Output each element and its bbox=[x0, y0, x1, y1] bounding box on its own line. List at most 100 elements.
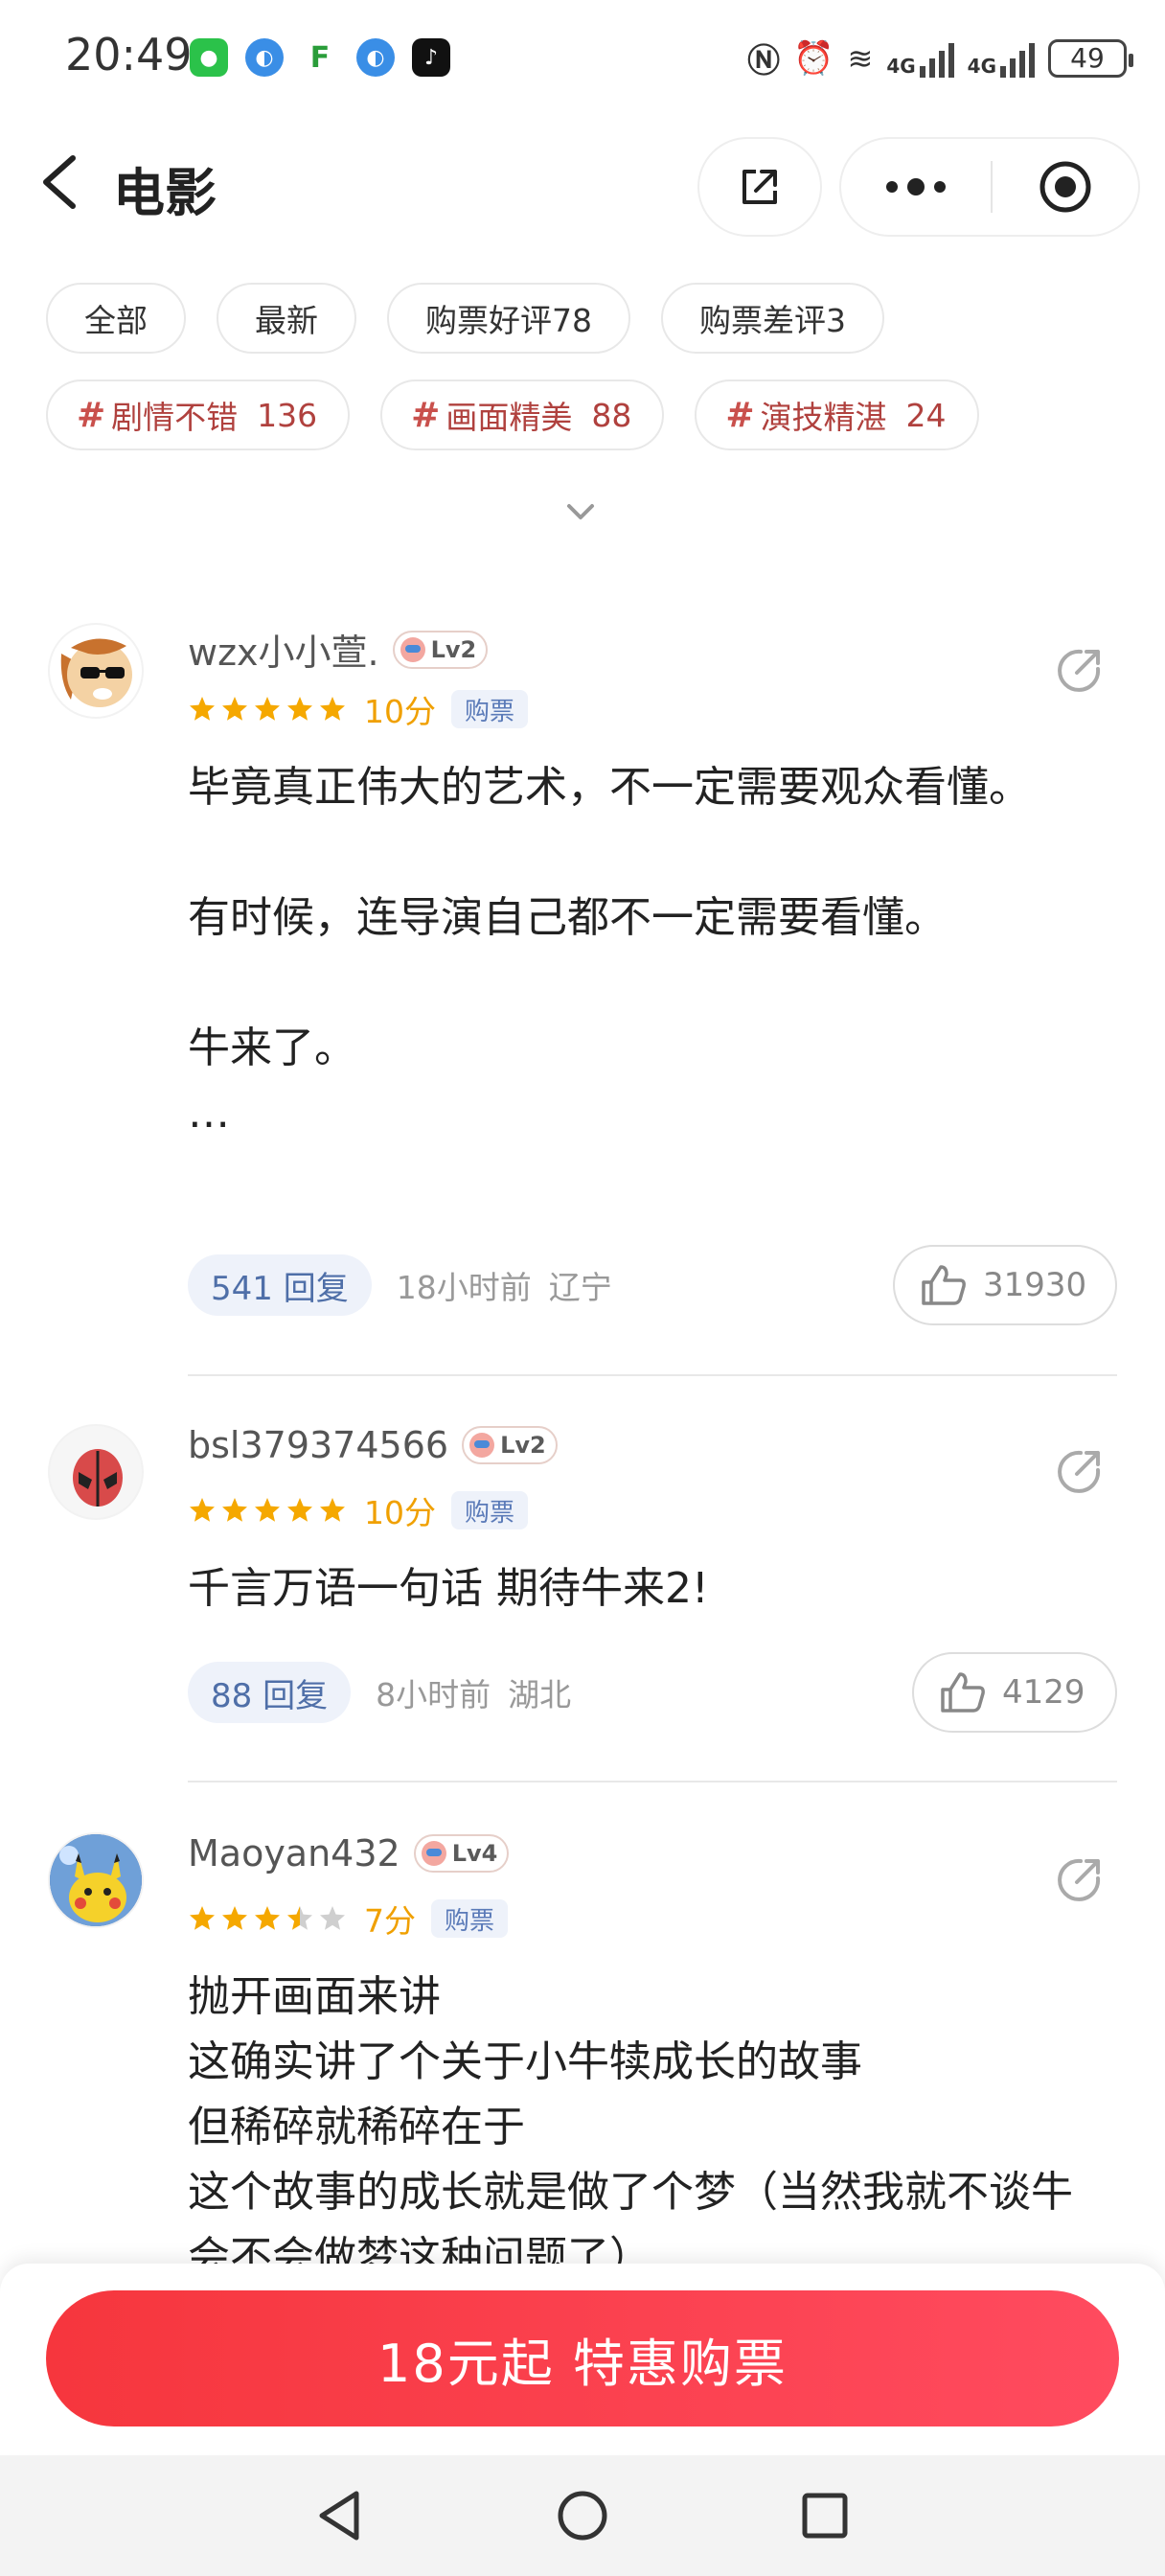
share-icon[interactable] bbox=[1056, 1447, 1104, 1495]
browser-icon-2: ◐ bbox=[356, 38, 395, 77]
divider bbox=[188, 1781, 1117, 1782]
rating-line: 10分 购票 bbox=[188, 686, 529, 732]
avatar-dog-image bbox=[60, 638, 132, 707]
more-dots-icon bbox=[886, 178, 946, 196]
star-icon bbox=[287, 1498, 312, 1522]
thumbs-up-icon bbox=[941, 1672, 985, 1713]
hashtag-icon: # bbox=[411, 395, 441, 435]
nfc-icon: Ⓝ bbox=[747, 42, 781, 80]
meta-line: 541 回复 18小时前 辽宁 bbox=[188, 1254, 612, 1316]
star-icon bbox=[287, 1906, 312, 1930]
comment-location: 辽宁 bbox=[548, 1269, 612, 1306]
star-rating bbox=[188, 1904, 347, 1933]
tag-chip-acting[interactable]: # 演技精湛 24 bbox=[695, 380, 979, 450]
avatar[interactable] bbox=[48, 1832, 144, 1928]
like-count: 31930 bbox=[983, 1266, 1087, 1304]
tag-chip-visuals[interactable]: # 画面精美 88 bbox=[380, 380, 665, 450]
score: 10分 bbox=[364, 693, 436, 730]
star-icon bbox=[320, 1906, 345, 1930]
hashtag-icon: # bbox=[77, 395, 106, 435]
tag-count: 136 bbox=[257, 396, 318, 434]
tag-count: 24 bbox=[905, 396, 947, 434]
rating-line: 7分 购票 bbox=[188, 1896, 509, 1942]
back-arrow-icon[interactable] bbox=[34, 150, 92, 214]
tiktok-icon: ♪ bbox=[412, 38, 450, 77]
buy-ticket-button[interactable]: 18元起 特惠购票 bbox=[46, 2290, 1119, 2426]
alarm-icon: ⏰ bbox=[793, 38, 834, 78]
level-badge: Lv2 bbox=[392, 630, 489, 669]
status-time: 20:49 bbox=[65, 29, 193, 80]
user-line: wzx小小萱. Lv2 bbox=[188, 623, 489, 676]
star-icon bbox=[287, 697, 312, 721]
avatar-pikachu-image bbox=[50, 1834, 142, 1926]
tag-label: 画面精美 bbox=[445, 399, 573, 436]
share-button[interactable] bbox=[697, 137, 822, 237]
comment-location: 湖北 bbox=[508, 1676, 572, 1714]
like-count: 4129 bbox=[1002, 1673, 1085, 1712]
mini-program-capsule bbox=[839, 137, 1140, 237]
purchased-badge: 购票 bbox=[431, 1899, 509, 1938]
purchased-badge: 购票 bbox=[451, 1491, 529, 1530]
filter-latest[interactable]: 最新 bbox=[217, 283, 356, 354]
nav-home-icon[interactable] bbox=[551, 2484, 614, 2547]
comment-content[interactable]: 千言万语一句话 期待牛来2! bbox=[188, 1556, 1079, 1622]
wifi-icon: ≋ bbox=[847, 39, 874, 77]
reply-count-button[interactable]: 541 回复 bbox=[188, 1254, 372, 1316]
notification-icons: ● ◐ F ◐ ♪ bbox=[190, 38, 450, 77]
nav-recents-icon[interactable] bbox=[793, 2484, 857, 2547]
like-button[interactable]: 4129 bbox=[912, 1652, 1117, 1733]
filter-all[interactable]: 全部 bbox=[46, 283, 186, 354]
score: 7分 bbox=[364, 1902, 416, 1940]
share-icon[interactable] bbox=[1056, 646, 1104, 694]
star-rating bbox=[188, 695, 347, 724]
avatar-mask-image bbox=[73, 1449, 123, 1506]
star-icon bbox=[222, 697, 247, 721]
chevron-down-icon[interactable] bbox=[563, 500, 598, 523]
star-icon bbox=[255, 697, 280, 721]
system-nav-bar bbox=[0, 2455, 1165, 2576]
status-bar: 20:49 ● ◐ F ◐ ♪ Ⓝ ⏰ ≋ 4G 4G 49 bbox=[0, 0, 1165, 115]
username[interactable]: wzx小小萱. bbox=[188, 623, 379, 676]
header: 电影 bbox=[0, 129, 1165, 237]
filter-positive[interactable]: 购票好评78 bbox=[387, 283, 630, 354]
thumbs-up-icon bbox=[922, 1265, 966, 1305]
purchased-badge: 购票 bbox=[451, 690, 529, 728]
username[interactable]: bsl379374566 bbox=[188, 1424, 448, 1466]
star-icon bbox=[190, 1498, 215, 1522]
level-face-icon bbox=[400, 636, 425, 662]
filter-negative[interactable]: 购票差评3 bbox=[661, 283, 884, 354]
level-face-icon bbox=[469, 1433, 495, 1458]
reply-count-button[interactable]: 88 回复 bbox=[188, 1662, 352, 1723]
tag-chip-plot[interactable]: # 剧情不错 136 bbox=[46, 380, 351, 450]
star-rating bbox=[188, 1496, 347, 1525]
comment-time: 18小时前 bbox=[396, 1269, 532, 1306]
more-button[interactable] bbox=[841, 139, 991, 235]
meta-line: 88 回复 8小时前 湖北 bbox=[188, 1662, 571, 1723]
rating-line: 10分 购票 bbox=[188, 1487, 529, 1533]
username[interactable]: Maoyan432 bbox=[188, 1832, 400, 1874]
avatar[interactable] bbox=[48, 1424, 144, 1520]
level-badge: Lv2 bbox=[462, 1426, 558, 1464]
tag-label: 剧情不错 bbox=[111, 399, 239, 436]
comment-content[interactable]: 抛开画面来讲 这确实讲了个关于小牛犊成长的故事 但稀碎就稀碎在于 这个故事的成长… bbox=[188, 1965, 1079, 2264]
comment-content[interactable]: 毕竟真正伟大的艺术，不一定需要观众看懂。 有时候，连导演自己都不一定需要看懂。 … bbox=[188, 755, 1079, 1146]
avatar[interactable] bbox=[48, 623, 144, 719]
tag-chips-row: # 剧情不错 136 # 画面精美 88 # 演技精湛 24 bbox=[46, 380, 979, 450]
app-f-icon: F bbox=[301, 38, 339, 77]
close-mini-program-button[interactable] bbox=[993, 139, 1138, 235]
buy-bar: 18元起 特惠购票 bbox=[0, 2264, 1165, 2455]
star-icon bbox=[255, 1498, 280, 1522]
user-line: bsl379374566 Lv2 bbox=[188, 1424, 558, 1466]
wechat-icon: ● bbox=[190, 38, 228, 77]
share-icon[interactable] bbox=[1056, 1855, 1104, 1903]
target-circle-icon bbox=[1039, 161, 1091, 213]
star-icon bbox=[190, 1906, 215, 1930]
like-button[interactable]: 31930 bbox=[893, 1245, 1117, 1325]
tag-count: 88 bbox=[591, 396, 632, 434]
star-icon bbox=[320, 697, 345, 721]
nav-back-icon[interactable] bbox=[308, 2484, 372, 2547]
browser-icon: ◐ bbox=[245, 38, 284, 77]
star-icon bbox=[222, 1906, 247, 1930]
divider bbox=[188, 1374, 1117, 1376]
star-icon bbox=[190, 697, 215, 721]
